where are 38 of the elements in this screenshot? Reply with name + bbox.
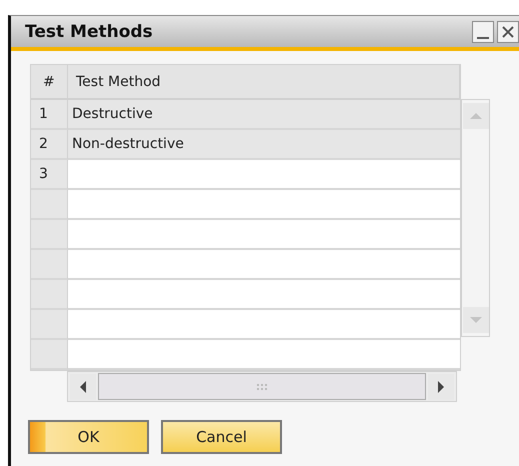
table-cell[interactable] [68,310,460,340]
scroll-left-button[interactable] [70,374,96,400]
table-cell[interactable]: Destructive [68,100,460,130]
down-arrow-icon [470,317,482,323]
vertical-scrollbar[interactable] [461,99,490,337]
horizontal-scrollbar[interactable] [67,371,457,402]
column-header[interactable]: Test Method [68,65,460,100]
scroll-right-button[interactable] [428,374,454,400]
row-header[interactable] [31,310,68,340]
grip-icon [256,384,268,390]
close-icon [501,24,515,38]
minimize-button[interactable] [472,20,494,42]
minimize-icon [477,36,489,38]
table-cell[interactable] [68,190,460,220]
left-arrow-icon [80,380,86,392]
scroll-up-button[interactable] [462,103,488,129]
row-header[interactable] [31,280,68,310]
right-arrow-icon [438,380,444,392]
scroll-thumb[interactable] [98,373,426,400]
row-header[interactable] [31,190,68,220]
row-header[interactable] [31,220,68,250]
scroll-down-button[interactable] [462,307,488,333]
row-number[interactable]: 3 [31,160,68,190]
close-button[interactable] [497,20,519,42]
row-header[interactable] [31,250,68,280]
ok-button[interactable]: OK [28,420,149,454]
table-cell[interactable] [68,250,460,280]
table-cell[interactable] [68,220,460,250]
table-cell[interactable] [68,160,460,190]
table-cell[interactable] [68,340,460,370]
table-cell[interactable] [68,280,460,310]
column-header[interactable]: # [31,65,68,100]
window-title: Test Methods [25,22,153,42]
row-number[interactable]: 1 [31,100,68,130]
up-arrow-icon [470,113,482,119]
row-number[interactable]: 2 [31,130,68,160]
table-cell[interactable]: Non-destructive [68,130,460,160]
cancel-button[interactable]: Cancel [161,420,282,454]
